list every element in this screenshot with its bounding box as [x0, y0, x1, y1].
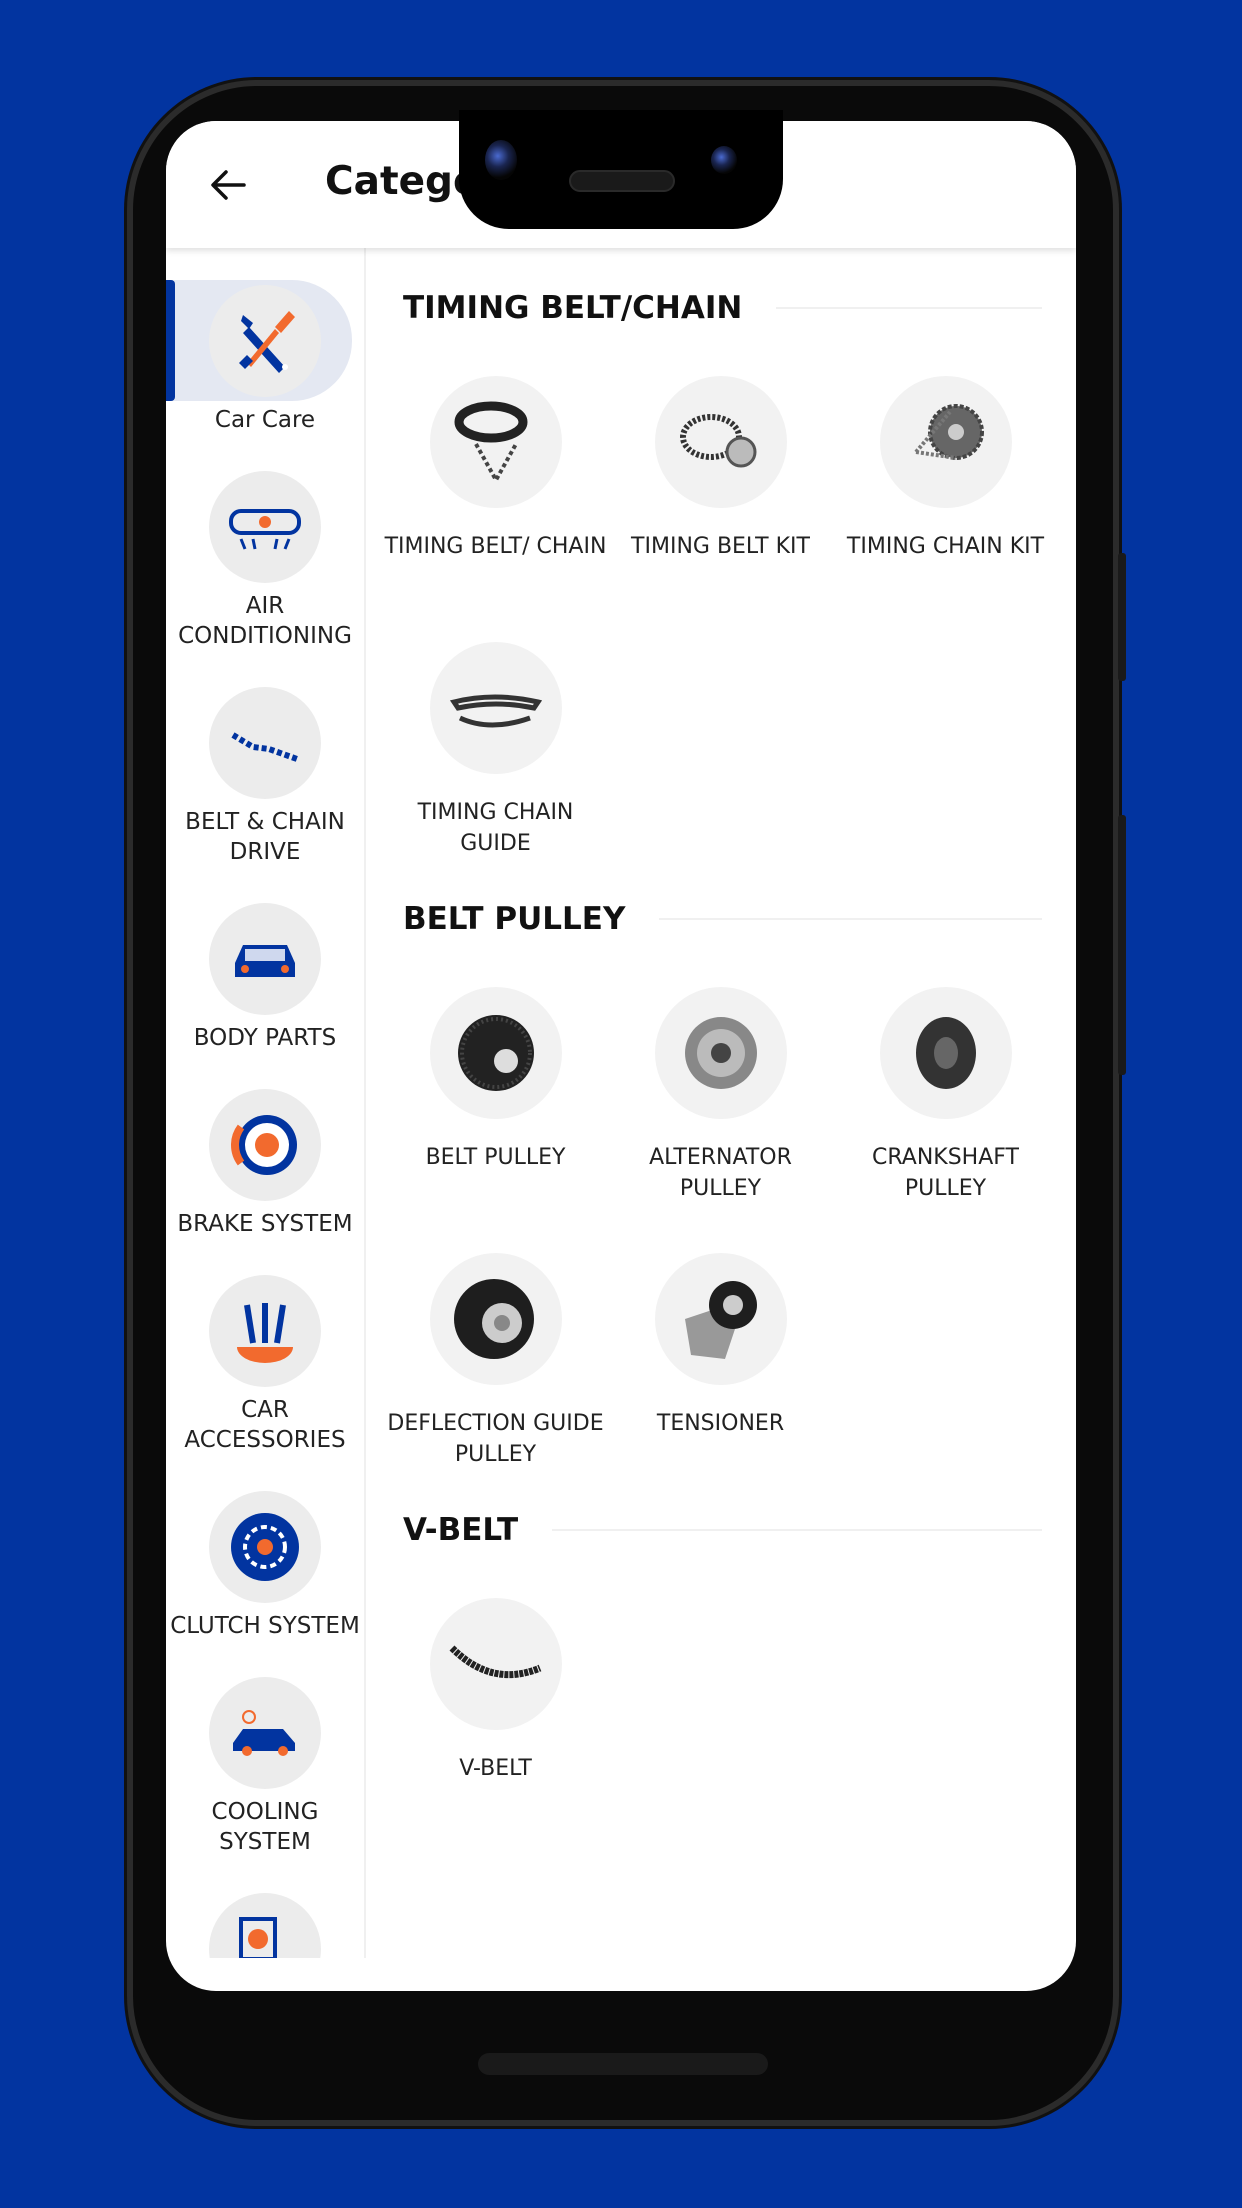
sidebar-item-air-conditioning[interactable]: AIR CONDITIONING — [166, 449, 364, 665]
sidebar-item-more[interactable] — [166, 1871, 364, 1958]
timing-chain-guide-icon — [429, 642, 562, 774]
timing-belt-icon — [429, 376, 562, 508]
sidebar-item-car-care[interactable]: Car Care — [166, 263, 364, 449]
page-title: Catego — [325, 159, 480, 204]
v-belt-icon — [429, 1598, 562, 1730]
section-header: V-BELT — [403, 1510, 1076, 1550]
timing-belt-kit-icon — [654, 376, 787, 508]
power-button — [1118, 553, 1126, 681]
subcategory-label: TIMING BELT/ CHAIN — [384, 534, 607, 559]
tools-icon — [209, 1275, 321, 1387]
belt-pulley-icon — [429, 987, 562, 1119]
subcategory-label: ALTERNATOR PULLEY — [649, 1145, 792, 1201]
subcategory-item[interactable]: CRANKSHAFT PULLEY — [833, 987, 1058, 1204]
sensor-icon — [711, 146, 737, 174]
sidebar-item-label: AIR CONDITIONING — [178, 593, 352, 649]
subcategory-item[interactable]: TIMING BELT KIT — [608, 376, 833, 593]
partial-icon — [209, 1893, 321, 1958]
section-title: TIMING BELT/CHAIN — [403, 290, 743, 326]
clutch-plate-icon — [209, 1491, 321, 1603]
sidebar-item-label: BODY PARTS — [193, 1025, 337, 1051]
home-bar — [478, 2053, 768, 2075]
volume-button — [1118, 815, 1126, 1075]
wrench-screwdriver-icon — [209, 285, 321, 397]
sidebar-item-brake-system[interactable]: BRAKE SYSTEM — [166, 1067, 364, 1253]
chain-icon — [209, 687, 321, 799]
car-front-icon — [209, 903, 321, 1015]
section-header: BELT PULLEY — [403, 899, 1076, 939]
subcategory-item[interactable]: TENSIONER — [608, 1253, 833, 1470]
subcategory-label: DEFLECTION GUIDE PULLEY — [387, 1411, 604, 1467]
front-camera-icon — [485, 140, 517, 180]
section-divider — [659, 918, 1042, 920]
sidebar-item-cooling-system[interactable]: COOLING SYSTEM — [166, 1655, 364, 1871]
app-screen: Catego Car Care AIR CONDITIONING BELT & CH… — [166, 121, 1076, 1991]
alternator-pulley-icon — [654, 987, 787, 1119]
subcategory-item[interactable]: TIMING CHAIN KIT — [833, 376, 1058, 593]
section-timing-belt-chain: TIMING BELT/CHAIN TIMING BELT/ CHAIN TIMIN… — [385, 248, 1076, 859]
category-sidebar[interactable]: Car Care AIR CONDITIONING BELT & CHAIN DRI… — [166, 248, 366, 1958]
sidebar-item-label: CAR ACCESSORIES — [184, 1397, 346, 1453]
sidebar-item-clutch-system[interactable]: CLUTCH SYSTEM — [166, 1469, 364, 1655]
timing-chain-kit-icon — [879, 376, 1012, 508]
subcategory-label: CRANKSHAFT PULLEY — [872, 1145, 1019, 1201]
subcategory-item[interactable]: ALTERNATOR PULLEY — [608, 987, 833, 1204]
section-divider — [776, 307, 1042, 309]
crankshaft-pulley-icon — [879, 987, 1012, 1119]
speaker-grille — [569, 170, 675, 192]
section-header: TIMING BELT/CHAIN — [403, 288, 1076, 328]
sidebar-item-label: CLUTCH SYSTEM — [170, 1613, 360, 1639]
sidebar-item-label: Car Care — [214, 407, 316, 433]
sidebar-item-label: BELT & CHAIN DRIVE — [185, 809, 345, 865]
subcategory-item[interactable]: V-BELT — [383, 1598, 608, 1815]
subcategory-label: BELT PULLEY — [425, 1145, 566, 1170]
tensioner-icon — [654, 1253, 787, 1385]
subcategory-list: TIMING BELT/CHAIN TIMING BELT/ CHAIN TIMIN… — [366, 248, 1076, 1991]
deflection-pulley-icon — [429, 1253, 562, 1385]
subcategory-item[interactable]: TIMING CHAIN GUIDE — [383, 642, 608, 859]
camera-notch — [459, 110, 783, 229]
section-title: V-BELT — [403, 1512, 519, 1548]
subcategory-label: V-BELT — [459, 1756, 532, 1781]
section-divider — [552, 1529, 1042, 1531]
selected-indicator — [166, 280, 175, 401]
car-cooling-icon — [209, 1677, 321, 1789]
subcategory-item[interactable]: TIMING BELT/ CHAIN — [383, 376, 608, 593]
air-vent-icon — [209, 471, 321, 583]
section-belt-pulley: BELT PULLEY BELT PULLEY ALTERNATOR PULLEY C… — [387, 859, 1076, 1470]
subcategory-label: TIMING BELT KIT — [631, 534, 810, 559]
sidebar-item-label: BRAKE SYSTEM — [177, 1211, 353, 1237]
brake-disc-icon — [209, 1089, 321, 1201]
section-title: BELT PULLEY — [403, 901, 626, 937]
sidebar-item-car-accessories[interactable]: CAR ACCESSORIES — [166, 1253, 364, 1469]
subcategory-label: TENSIONER — [656, 1411, 785, 1436]
subcategory-item[interactable]: BELT PULLEY — [383, 987, 608, 1204]
sidebar-item-body-parts[interactable]: BODY PARTS — [166, 881, 364, 1067]
subcategory-label: TIMING CHAIN GUIDE — [417, 800, 574, 856]
arrow-left-icon[interactable] — [208, 165, 248, 205]
section-v-belt: V-BELT V-BELT — [403, 1470, 1076, 1815]
subcategory-item[interactable]: DEFLECTION GUIDE PULLEY — [383, 1253, 608, 1470]
sidebar-item-belt-chain-drive[interactable]: BELT & CHAIN DRIVE — [166, 665, 364, 881]
sidebar-item-label: COOLING SYSTEM — [211, 1799, 319, 1855]
subcategory-label: TIMING CHAIN KIT — [846, 534, 1045, 559]
